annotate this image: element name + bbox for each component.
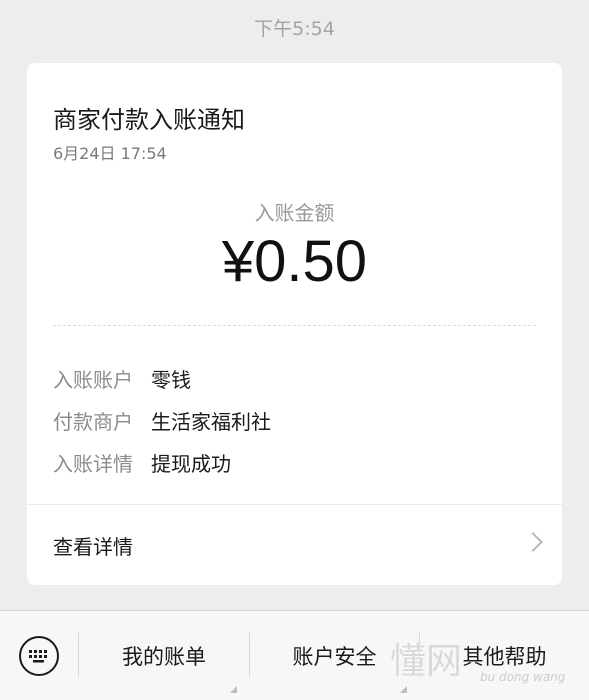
message-timestamp: 下午5:54 <box>254 18 335 40</box>
dashed-divider <box>53 325 536 326</box>
detail-key: 入账详情 <box>53 451 133 476</box>
bottom-menu-bar: 我的账单 账户安全 其他帮助 <box>0 610 589 700</box>
chat-screen: 下午5:54 商家付款入账通知 6月24日 17:54 入账金额 ¥0.50 入… <box>0 0 589 700</box>
detail-row-merchant: 付款商户 生活家福利社 <box>53 399 536 441</box>
keyboard-icon <box>19 636 59 676</box>
detail-value: 提现成功 <box>151 451 231 476</box>
menu-item-label: 我的账单 <box>122 645 206 669</box>
amount-value: ¥0.50 <box>221 229 368 294</box>
chevron-right-icon <box>523 532 543 552</box>
menu-item-label: 其他帮助 <box>462 645 547 669</box>
menu-item-label: 账户安全 <box>292 645 377 669</box>
detail-value: 零钱 <box>151 367 191 392</box>
detail-key: 入账账户 <box>53 367 133 392</box>
submenu-indicator-icon <box>230 686 237 693</box>
submenu-indicator-icon <box>400 686 407 693</box>
detail-row-account: 入账账户 零钱 <box>53 357 536 399</box>
keyboard-toggle-button[interactable] <box>0 611 78 700</box>
detail-list: 入账账户 零钱 付款商户 生活家福利社 入账详情 提现成功 <box>53 357 536 483</box>
menu-my-bill[interactable]: 我的账单 <box>79 611 249 700</box>
detail-value: 生活家福利社 <box>151 409 271 434</box>
payment-notification-card[interactable]: 商家付款入账通知 6月24日 17:54 入账金额 ¥0.50 入账账户 零钱 … <box>27 63 562 585</box>
detail-key: 付款商户 <box>53 409 133 434</box>
view-details-label: 查看详情 <box>53 534 133 559</box>
view-details-button[interactable]: 查看详情 <box>27 505 562 585</box>
amount-label: 入账金额 <box>254 201 335 225</box>
menu-account-security[interactable]: 账户安全 <box>250 611 419 700</box>
detail-row-status: 入账详情 提现成功 <box>53 441 536 483</box>
card-date: 6月24日 17:54 <box>53 144 167 163</box>
card-title: 商家付款入账通知 <box>53 106 245 134</box>
menu-other-help[interactable]: 其他帮助 <box>420 611 589 700</box>
